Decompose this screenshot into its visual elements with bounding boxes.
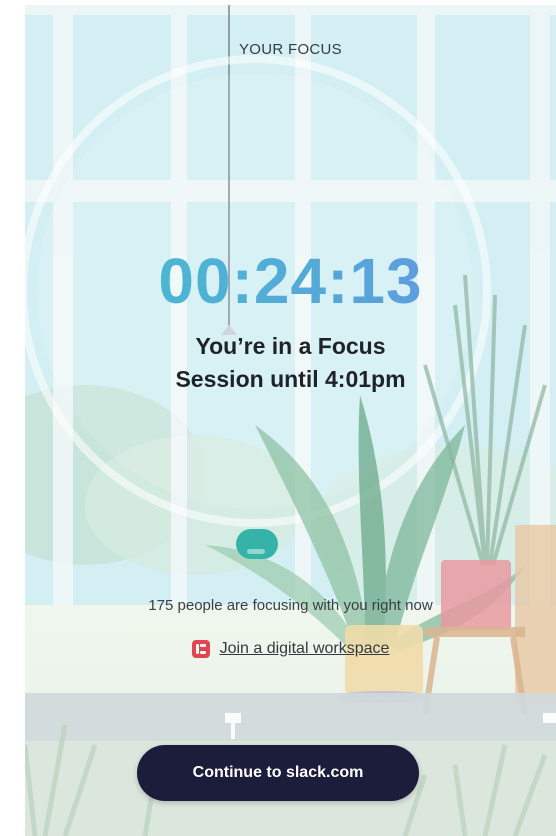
join-workspace-link[interactable]: Join a digital workspace xyxy=(220,640,390,658)
focus-label: YOUR FOCUS xyxy=(238,41,342,58)
session-line-2: Session until 4:01pm xyxy=(175,366,406,392)
session-line-1: You’re in a Focus xyxy=(195,333,386,359)
slack-icon xyxy=(191,640,210,658)
people-count-text: 175 people are focusing with you right n… xyxy=(148,597,433,614)
focus-timer: 00:24:13 xyxy=(25,249,556,313)
session-status: You’re in a Focus Session until 4:01pm xyxy=(25,330,556,396)
continue-button[interactable]: Continue to slack.com xyxy=(137,745,419,801)
focus-screen: YOUR FOCUS 00:24:13 You’re in a Focus Se… xyxy=(25,5,556,836)
join-workspace-row: Join a digital workspace xyxy=(25,640,556,658)
greenhouse-illustration xyxy=(25,5,556,836)
